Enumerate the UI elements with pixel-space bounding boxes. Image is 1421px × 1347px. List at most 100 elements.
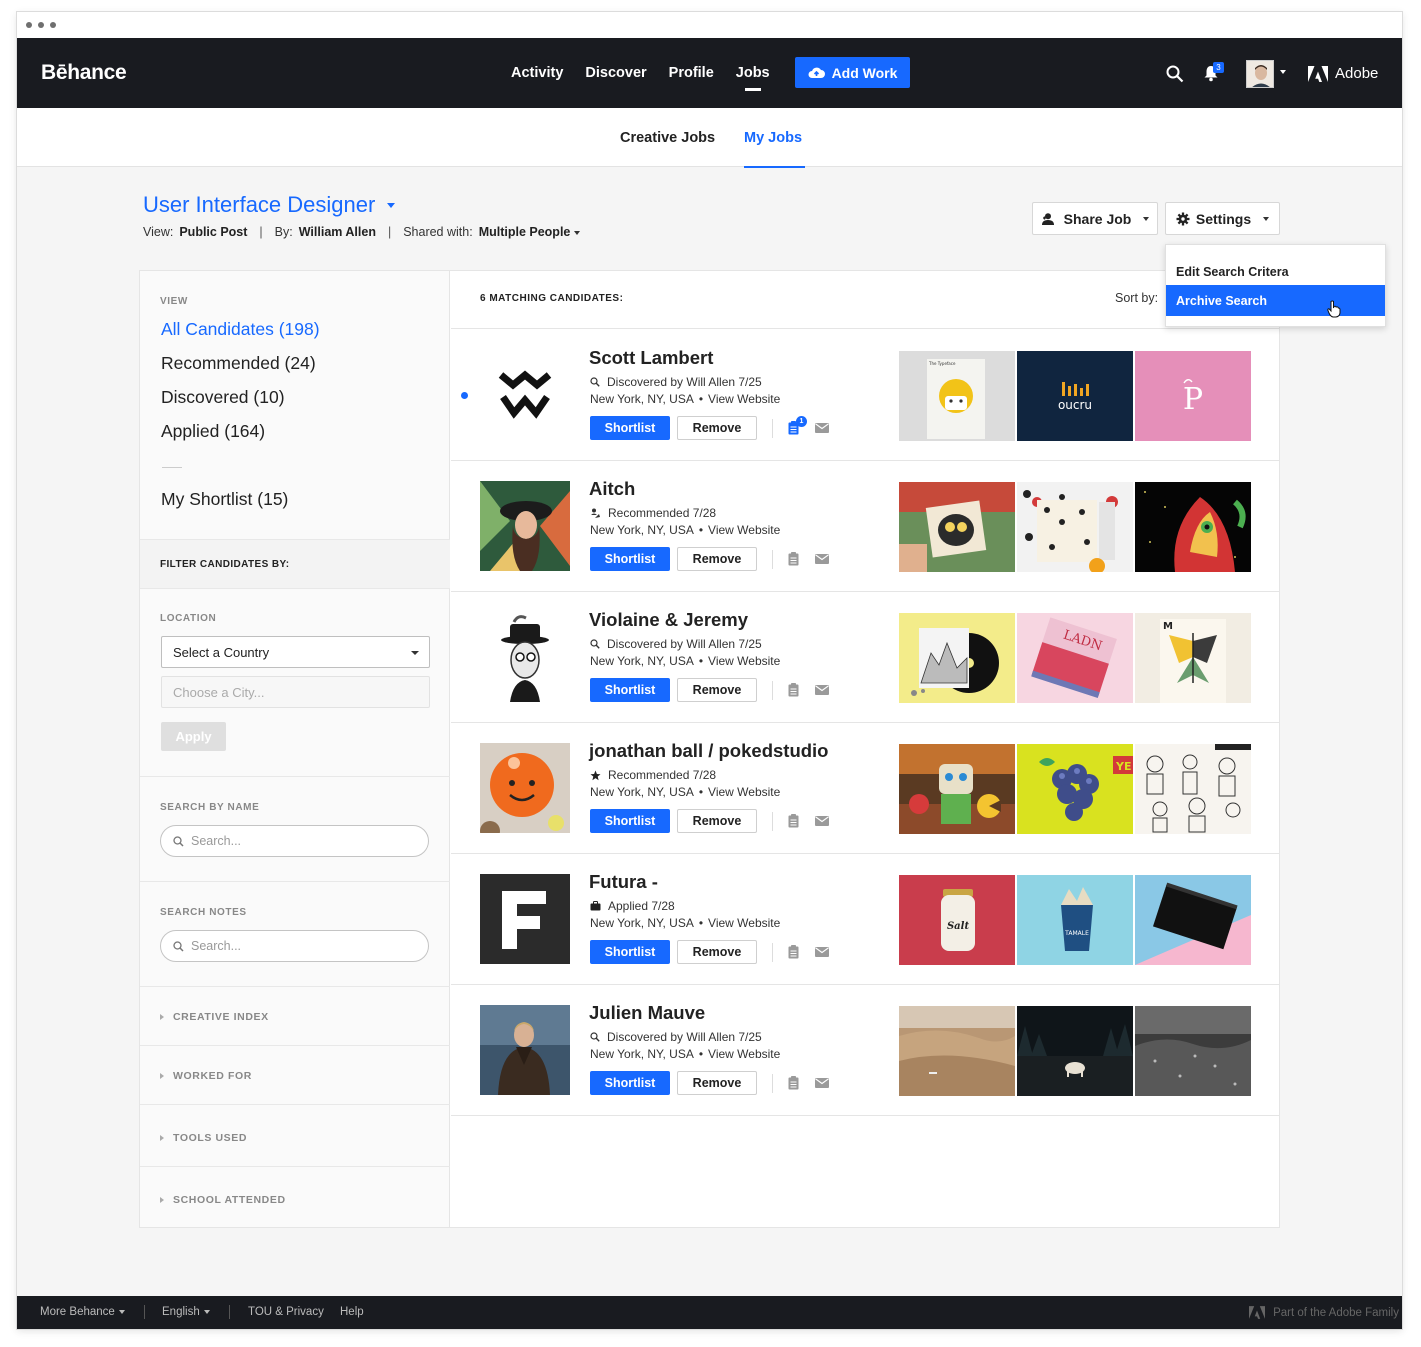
apply-button[interactable]: Apply — [161, 722, 226, 751]
project-thumbnail[interactable]: LADN — [1017, 613, 1133, 703]
view-website-link[interactable]: View Website — [708, 916, 780, 930]
country-select[interactable]: Select a Country — [161, 636, 430, 668]
candidate-name[interactable]: Violaine & Jeremy — [589, 609, 748, 631]
shared-with-dropdown[interactable]: Multiple People — [479, 225, 581, 239]
remove-button[interactable]: Remove — [677, 809, 757, 833]
view-website-link[interactable]: View Website — [708, 1047, 780, 1061]
behance-logo[interactable]: Bēhance — [41, 61, 127, 85]
sort-by-dropdown[interactable]: Sort by: — [1115, 291, 1158, 305]
tab-creative-jobs[interactable]: Creative Jobs — [620, 130, 715, 146]
settings-button[interactable]: Settings — [1165, 202, 1280, 235]
mail-icon[interactable] — [815, 816, 829, 826]
view-applied[interactable]: Applied (164) — [161, 421, 265, 442]
view-recommended[interactable]: Recommended (24) — [161, 353, 316, 374]
candidate-avatar[interactable] — [480, 743, 570, 833]
mail-icon[interactable] — [815, 554, 829, 564]
footer-help-link[interactable]: Help — [340, 1306, 364, 1318]
candidate-avatar[interactable] — [480, 481, 570, 571]
tab-my-jobs[interactable]: My Jobs — [744, 130, 806, 168]
candidate-avatar[interactable] — [480, 350, 570, 440]
remove-button[interactable]: Remove — [677, 416, 757, 440]
adobe-link[interactable]: Adobe — [1308, 65, 1378, 82]
mail-icon[interactable] — [815, 685, 829, 695]
view-my-shortlist[interactable]: My Shortlist (15) — [161, 489, 288, 510]
menu-item-archive-search[interactable]: Archive Search — [1166, 285, 1385, 316]
project-thumbnail[interactable] — [1135, 482, 1251, 572]
nav-activity[interactable]: Activity — [511, 65, 563, 81]
project-thumbnail[interactable] — [899, 482, 1015, 572]
user-avatar[interactable] — [1246, 60, 1274, 88]
project-thumbnail[interactable] — [1135, 875, 1251, 965]
shortlist-button[interactable]: Shortlist — [590, 809, 670, 833]
candidate-name[interactable]: jonathan ball / pokedstudio — [589, 740, 828, 762]
search-by-name-input[interactable]: Search... — [160, 825, 429, 857]
project-thumbnail[interactable]: Salt — [899, 875, 1015, 965]
project-thumbnail[interactable]: TAMALE — [1017, 875, 1133, 965]
account-caret-icon[interactable] — [1280, 70, 1286, 74]
filter-creative-index[interactable]: CREATIVE INDEX — [160, 1011, 269, 1023]
candidate-name[interactable]: Julien Mauve — [589, 1002, 705, 1024]
project-thumbnail[interactable] — [899, 744, 1015, 834]
window-dot-icon[interactable] — [26, 22, 32, 28]
candidate-name[interactable]: Aitch — [589, 478, 635, 500]
add-work-button[interactable]: Add Work — [795, 57, 910, 88]
window-dot-icon[interactable] — [38, 22, 44, 28]
project-thumbnail[interactable] — [899, 613, 1015, 703]
view-website-link[interactable]: View Website — [708, 523, 780, 537]
shortlist-button[interactable]: Shortlist — [590, 416, 670, 440]
view-website-link[interactable]: View Website — [708, 654, 780, 668]
project-thumbnail[interactable]: M — [1135, 613, 1251, 703]
nav-discover[interactable]: Discover — [585, 65, 646, 81]
notes-icon[interactable] — [788, 1076, 799, 1090]
filter-tools-used[interactable]: TOOLS USED — [160, 1132, 247, 1144]
shortlist-button[interactable]: Shortlist — [590, 547, 670, 571]
project-thumbnail[interactable]: oucru — [1017, 351, 1133, 441]
remove-button[interactable]: Remove — [677, 940, 757, 964]
window-dot-icon[interactable] — [50, 22, 56, 28]
menu-item-edit-search[interactable]: Edit Search Critera — [1166, 256, 1385, 287]
footer-adobe-family[interactable]: Part of the Adobe Family — [1249, 1306, 1399, 1319]
share-job-button[interactable]: Share Job — [1032, 202, 1158, 235]
shortlist-button[interactable]: Shortlist — [590, 678, 670, 702]
shortlist-button[interactable]: Shortlist — [590, 1071, 670, 1095]
view-website-link[interactable]: View Website — [708, 785, 780, 799]
view-website-link[interactable]: View Website — [708, 392, 780, 406]
notes-icon[interactable] — [788, 683, 799, 697]
project-thumbnail[interactable] — [1135, 1006, 1251, 1096]
view-all-candidates[interactable]: All Candidates (198) — [161, 319, 320, 340]
shortlist-button[interactable]: Shortlist — [590, 940, 670, 964]
project-thumbnail[interactable] — [899, 1006, 1015, 1096]
candidate-avatar[interactable] — [480, 874, 570, 964]
mail-icon[interactable] — [815, 947, 829, 957]
remove-button[interactable]: Remove — [677, 547, 757, 571]
remove-button[interactable]: Remove — [677, 1071, 757, 1095]
candidate-name[interactable]: Futura - — [589, 871, 658, 893]
search-icon[interactable] — [1166, 65, 1184, 83]
footer-language[interactable]: English — [162, 1306, 210, 1318]
notes-icon[interactable] — [788, 945, 799, 959]
candidate-avatar[interactable] — [480, 612, 570, 702]
nav-profile[interactable]: Profile — [669, 65, 714, 81]
mail-icon[interactable] — [815, 1078, 829, 1088]
project-thumbnail[interactable] — [1135, 744, 1251, 834]
project-thumbnail[interactable]: P — [1135, 351, 1251, 441]
filter-worked-for[interactable]: WORKED FOR — [160, 1070, 252, 1082]
project-thumbnail[interactable]: The Typeface — [899, 351, 1015, 441]
project-thumbnail[interactable]: YE — [1017, 744, 1133, 834]
city-input[interactable]: Choose a City... — [161, 676, 430, 708]
nav-jobs[interactable]: Jobs — [736, 65, 770, 91]
footer-tou-link[interactable]: TOU & Privacy — [248, 1306, 324, 1318]
candidate-avatar[interactable] — [480, 1005, 570, 1095]
project-thumbnail[interactable] — [1017, 1006, 1133, 1096]
filter-school-attended[interactable]: SCHOOL ATTENDED — [160, 1194, 286, 1206]
search-notes-input[interactable]: Search... — [160, 930, 429, 962]
notes-icon[interactable] — [788, 552, 799, 566]
footer-more-behance[interactable]: More Behance — [40, 1306, 125, 1318]
job-title-dropdown[interactable]: User Interface Designer — [143, 192, 396, 218]
mail-icon[interactable] — [815, 423, 829, 433]
candidate-name[interactable]: Scott Lambert — [589, 347, 713, 369]
notes-icon[interactable] — [788, 814, 799, 828]
remove-button[interactable]: Remove — [677, 678, 757, 702]
view-discovered[interactable]: Discovered (10) — [161, 387, 285, 408]
project-thumbnail[interactable] — [1017, 482, 1133, 572]
